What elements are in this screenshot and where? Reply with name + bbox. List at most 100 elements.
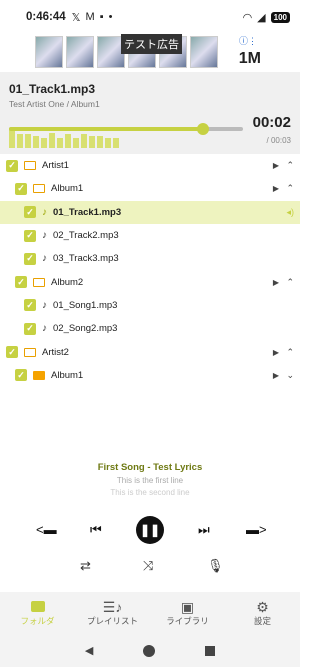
play-folder-icon[interactable]: ▶ [273, 278, 279, 287]
status-time: 0:46:44 [26, 11, 66, 23]
music-note-icon: ♪ [42, 206, 47, 218]
previous-track-button[interactable]: ⏮ [90, 522, 102, 538]
folder-row[interactable]: ✓ Artist2 ▶ ⌃ [0, 340, 300, 363]
checkbox[interactable]: ✓ [15, 182, 27, 195]
system-navigation-bar: ◀ [0, 634, 300, 667]
checkbox[interactable]: ✓ [6, 346, 18, 359]
seek-handle[interactable] [197, 123, 210, 135]
equalizer-bar [33, 136, 39, 148]
folder-label: Artist2 [42, 346, 69, 358]
recents-icon[interactable] [205, 645, 216, 656]
gmail-icon: M [85, 11, 95, 23]
play-folder-icon[interactable]: ▶ [273, 184, 279, 193]
checkbox[interactable]: ✓ [24, 206, 36, 219]
checkbox[interactable]: ✓ [24, 252, 36, 265]
now-playing-panel: 01_Track1.mp3 Test Artist One / Album1 0… [0, 72, 300, 154]
equalizer-visualizer [9, 114, 119, 148]
secondary-controls: ⇄ ⤨ 🎙 [0, 558, 300, 578]
track-row[interactable]: ✓ ♪ 01_Song1.mp3 [0, 294, 300, 317]
folder-label: Album2 [51, 276, 84, 288]
equalizer-bar [17, 134, 23, 148]
folder-icon [33, 370, 45, 380]
ad-image[interactable] [190, 36, 218, 68]
track-label: 02_Track2.mp3 [53, 230, 119, 242]
folder-icon [24, 161, 36, 171]
microphone-icon[interactable]: 🎙 [207, 558, 224, 574]
ad-image[interactable] [66, 36, 94, 68]
play-folder-icon[interactable]: ▶ [273, 161, 279, 170]
equalizer-bar [89, 136, 95, 148]
chevron-up-icon[interactable]: ⌃ [286, 277, 294, 288]
equalizer-bar [49, 132, 55, 148]
ad-info-icon[interactable]: ⓘ⋮ [239, 34, 257, 47]
equalizer-bar [65, 134, 71, 148]
nav-tab[interactable]: フォルダ [0, 592, 75, 634]
play-folder-icon[interactable]: ▶ [273, 348, 279, 357]
play-folder-icon[interactable]: ▶ [273, 371, 279, 380]
folder-row[interactable]: ✓ Album1 ▶ ⌃ [0, 177, 300, 200]
status-system-icons: ◠ ◢ 100 [243, 11, 290, 24]
folder-icon [30, 599, 45, 615]
track-row[interactable]: ✓ ♪ 02_Track2.mp3 [0, 224, 300, 247]
folder-row[interactable]: ✓ Artist1 ▶ ⌃ [0, 154, 300, 177]
back-icon[interactable]: ◀ [85, 644, 93, 657]
nav-tab[interactable]: ☰♪ プレイリスト [75, 592, 150, 634]
bottom-navigation: フォルダ ☰♪ プレイリスト ▣ ライブラリ ⚙ 設定 [0, 592, 300, 634]
music-note-icon: ♪ [42, 230, 47, 242]
folder-row[interactable]: ✓ Album2 ▶ ⌃ [0, 270, 300, 293]
wifi-icon: ◠ [242, 11, 253, 24]
folder-row[interactable]: ✓ Album1 ▶ ⌄ [0, 364, 300, 387]
seek-bar[interactable] [9, 123, 243, 135]
status-notification-icons: 𝕏 M ▪ • [72, 11, 113, 24]
speaker-icon: ◂) [286, 206, 294, 217]
checkbox[interactable]: ✓ [24, 229, 36, 242]
chevron-up-icon[interactable]: ⌃ [286, 160, 294, 171]
nav-tab[interactable]: ▣ ライブラリ [150, 592, 225, 634]
music-note-icon: ♪ [42, 299, 47, 311]
chevron-up-icon[interactable]: ⌃ [286, 347, 294, 358]
previous-folder-button[interactable]: <▬ [36, 522, 57, 537]
folder-icon [24, 347, 36, 357]
next-folder-button[interactable]: ▬> [246, 522, 267, 537]
checkbox[interactable]: ✓ [24, 322, 36, 335]
battery-icon: 100 [270, 11, 290, 23]
library-icon: ▣ [180, 599, 195, 615]
track-label: 02_Song2.mp3 [53, 323, 118, 335]
track-row[interactable]: ✓ ♪ 02_Song2.mp3 [0, 317, 300, 340]
gear-icon: ⚙ [256, 599, 269, 615]
next-track-button[interactable]: ⏭ [198, 522, 210, 538]
home-icon[interactable] [143, 644, 156, 657]
repeat-icon[interactable]: ⇄ [80, 558, 91, 574]
track-row[interactable]: ✓ ♪ 03_Track3.mp3 [0, 247, 300, 270]
lyrics-line: This is the second line [110, 488, 190, 497]
pause-button[interactable]: ❚❚ [136, 516, 164, 544]
checkbox[interactable]: ✓ [15, 276, 27, 289]
checkbox[interactable]: ✓ [15, 369, 27, 382]
shuffle-icon[interactable]: ⤨ [143, 558, 153, 574]
checkbox[interactable]: ✓ [6, 159, 18, 172]
checkbox[interactable]: ✓ [24, 299, 36, 312]
chevron-up-icon[interactable]: ⌃ [286, 183, 294, 194]
lyrics-panel: First Song - Test Lyrics This is the fir… [0, 462, 300, 497]
current-time: 00:02 [252, 114, 291, 131]
track-row[interactable]: ✓ ♪ 01_Track1.mp3 ◂) [0, 200, 300, 224]
seek-progress [9, 127, 204, 131]
chevron-down-icon[interactable]: ⌄ [286, 370, 294, 381]
equalizer-bar [97, 136, 103, 148]
folder-icon [33, 184, 45, 194]
ad-banner[interactable]: テスト広告 ⓘ⋮ 1M [0, 34, 300, 70]
equalizer-bar [105, 137, 111, 148]
status-bar: 0:46:44 𝕏 M ▪ • ◠ ◢ 100 [0, 0, 300, 34]
tv-icon: ▪ [99, 11, 104, 23]
folder-label: Artist1 [42, 160, 69, 172]
ad-image[interactable] [35, 36, 63, 68]
equalizer-bar [113, 137, 119, 148]
track-title: 01_Track1.mp3 [9, 82, 96, 96]
music-note-icon: ♪ [42, 253, 47, 265]
ad-label: テスト広告 [121, 34, 182, 54]
equalizer-bar [9, 129, 15, 148]
track-label: 01_Song1.mp3 [53, 299, 118, 311]
nav-tab[interactable]: ⚙ 設定 [225, 592, 300, 634]
playlist-icon: ☰♪ [102, 599, 123, 615]
lyrics-title: First Song - Test Lyrics [97, 462, 203, 473]
